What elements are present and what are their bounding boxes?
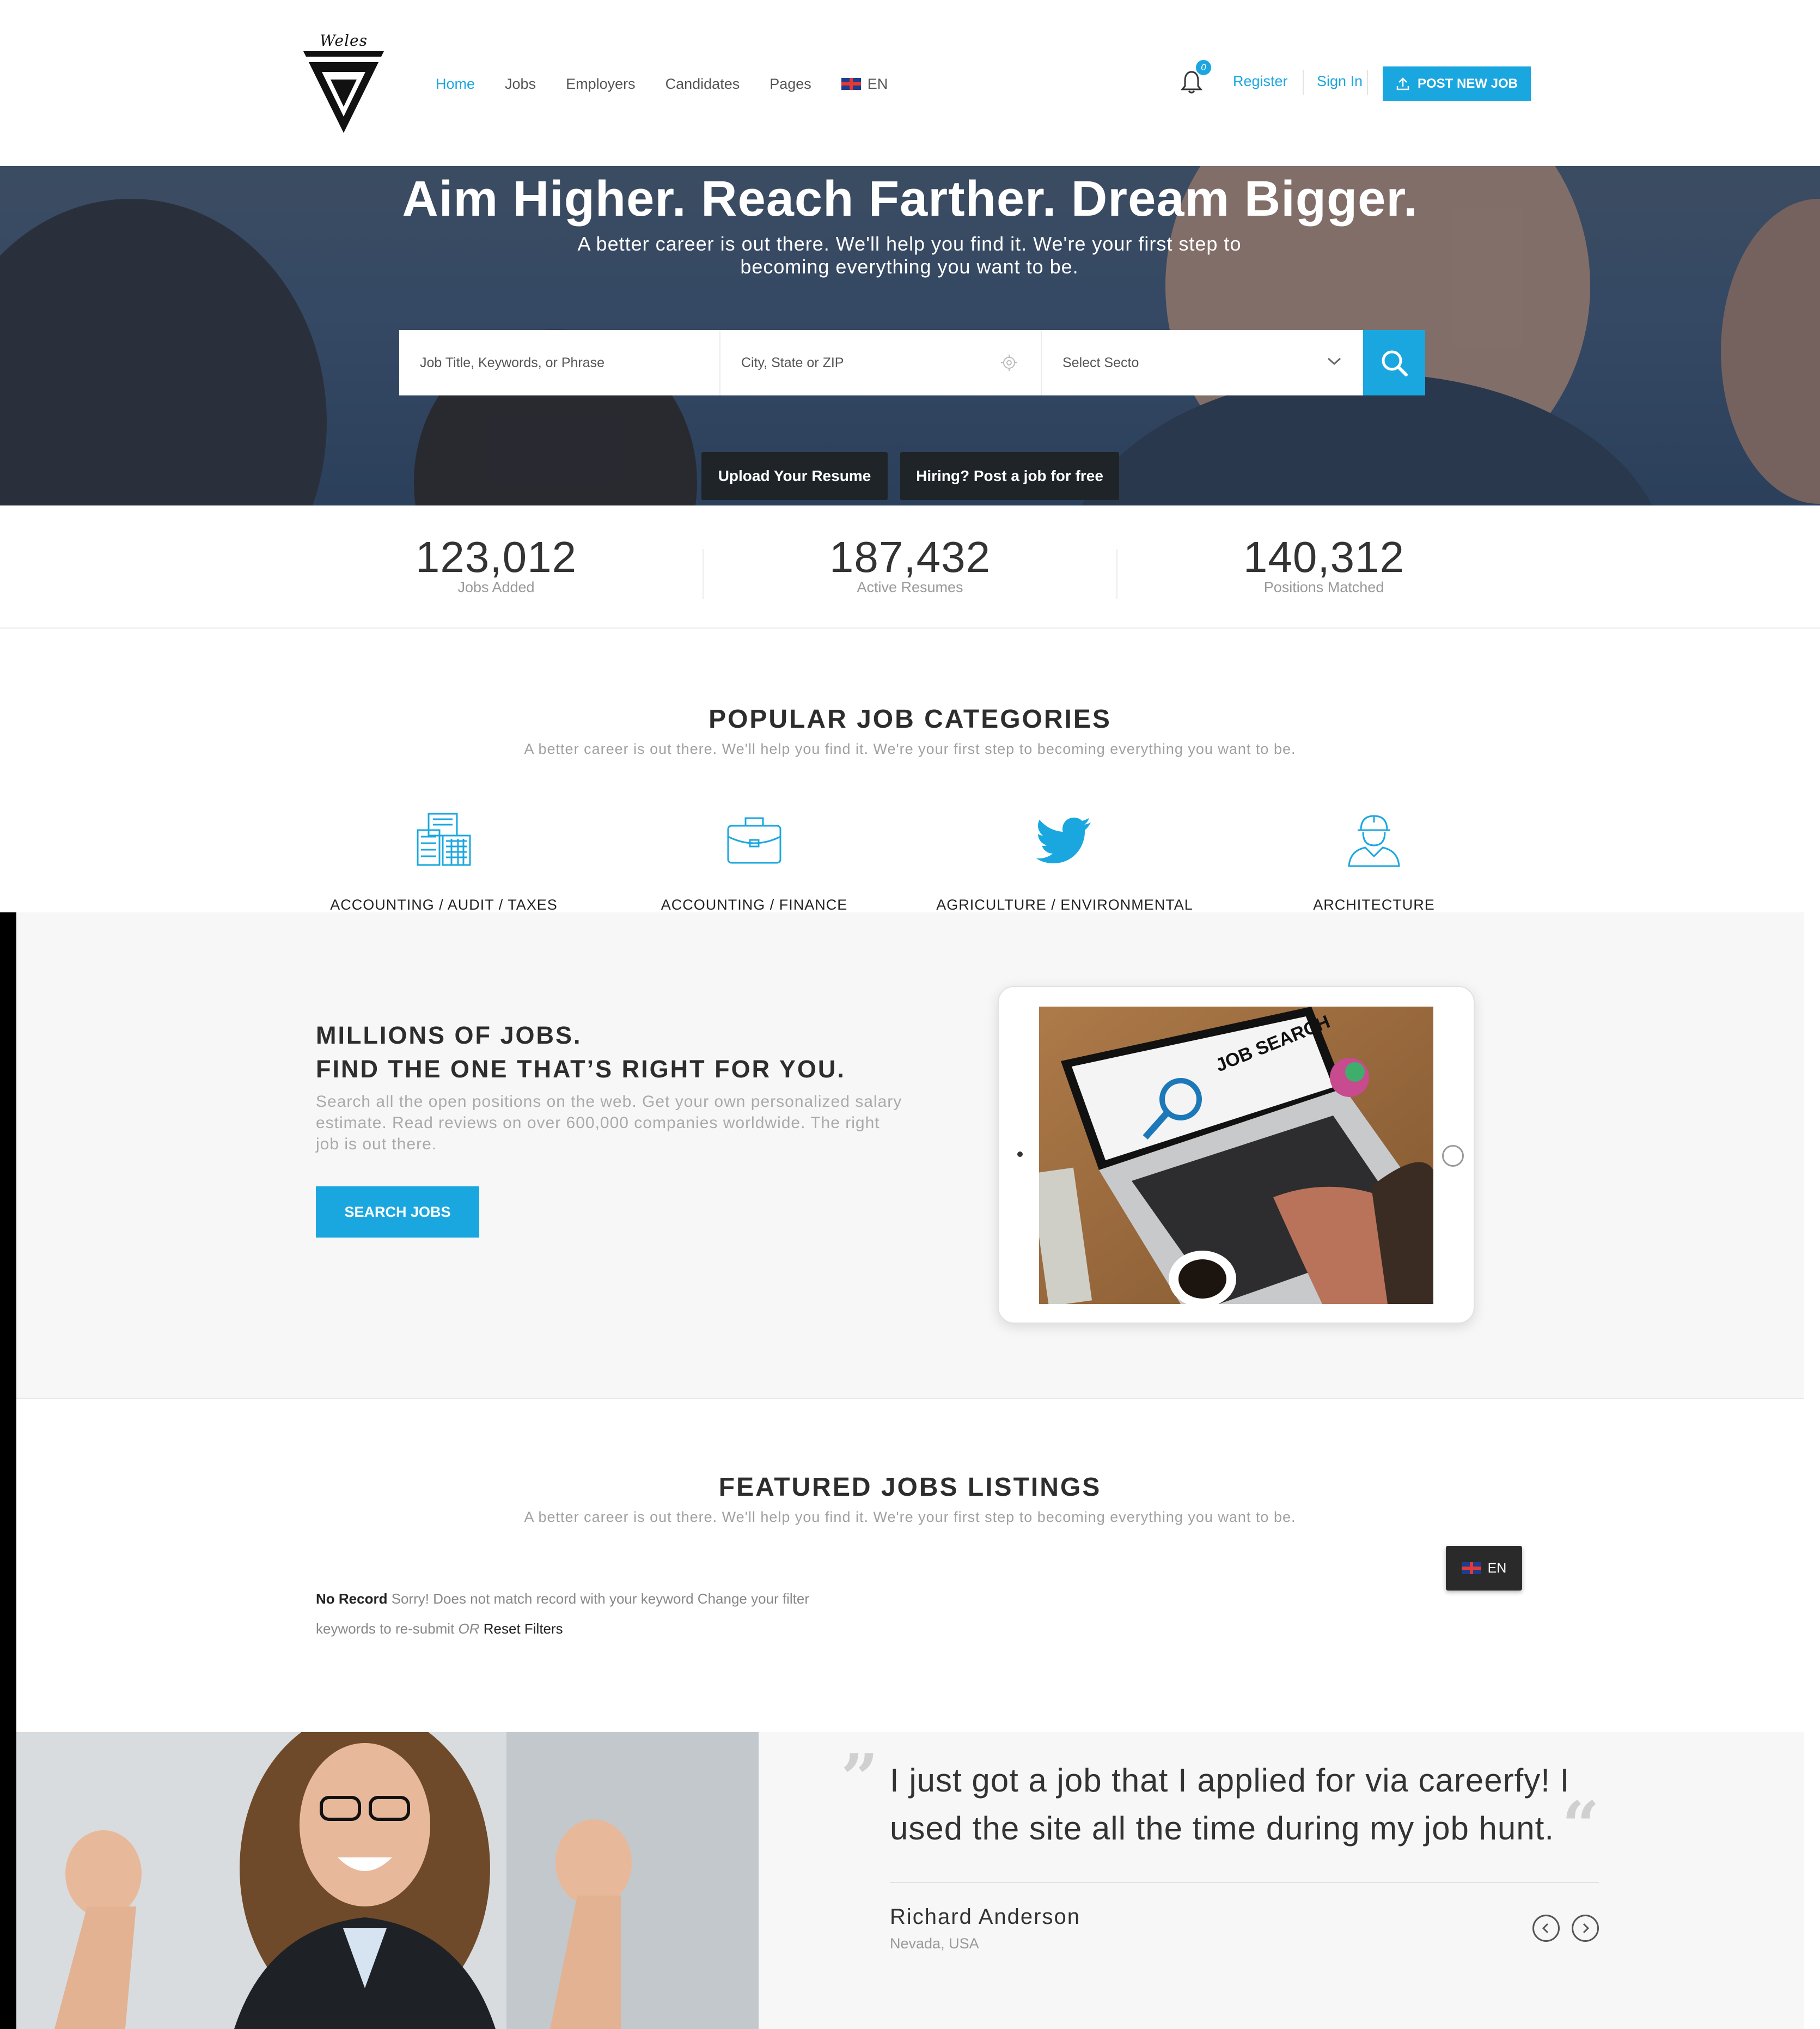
tablet-illustration: JOB SEARCH bbox=[998, 986, 1475, 1324]
millions-section bbox=[16, 912, 1804, 1399]
chevron-right-icon bbox=[1583, 1923, 1590, 1934]
stats-bar: 123,012 Jobs Added 187,432 Active Resume… bbox=[0, 505, 1820, 629]
search-jobs-button[interactable]: SEARCH JOBS bbox=[316, 1186, 479, 1238]
worker-icon bbox=[1348, 815, 1400, 867]
stat-divider bbox=[703, 549, 704, 599]
category-label: ARCHITECTURE bbox=[1313, 897, 1435, 913]
locate-icon[interactable] bbox=[1000, 354, 1018, 371]
category-label: ACCOUNTING / FINANCE bbox=[661, 897, 848, 913]
prev-testimonial-button[interactable] bbox=[1532, 1915, 1560, 1942]
location-input[interactable]: City, State or ZIP bbox=[720, 330, 1042, 395]
nav-jobs[interactable]: Jobs bbox=[505, 76, 536, 93]
chevron-down-icon bbox=[1327, 357, 1341, 365]
nav-employers[interactable]: Employers bbox=[566, 76, 636, 93]
stat-label: Active Resumes bbox=[857, 579, 963, 595]
logo-text: Weles bbox=[320, 32, 368, 50]
search-icon bbox=[1382, 350, 1408, 376]
nav-candidates[interactable]: Candidates bbox=[665, 76, 740, 93]
site-logo[interactable]: Weles bbox=[303, 32, 384, 135]
categories-title: POPULAR JOB CATEGORIES bbox=[709, 705, 1111, 734]
millions-text: Search all the open positions on the web… bbox=[316, 1093, 902, 1153]
site-header: Weles Home Jobs Employers Candidates Pag… bbox=[0, 0, 1820, 166]
stat-divider bbox=[1116, 549, 1117, 599]
category-architecture[interactable]: ARCHITECTURE bbox=[1222, 812, 1526, 913]
language-popup[interactable]: EN bbox=[1446, 1546, 1522, 1591]
nav-pages[interactable]: Pages bbox=[769, 76, 811, 93]
briefcase-icon bbox=[727, 817, 781, 864]
chevron-left-icon bbox=[1542, 1923, 1549, 1934]
no-record-message: No Record Sorry! Does not match record w… bbox=[316, 1584, 860, 1644]
sector-select[interactable]: Select Secto bbox=[1042, 330, 1363, 395]
stat-value: 187,432 bbox=[829, 533, 991, 581]
notification-badge: 0 bbox=[1196, 60, 1211, 75]
stat-value: 140,312 bbox=[1243, 533, 1405, 581]
keyword-placeholder: Job Title, Keywords, or Phrase bbox=[420, 355, 605, 370]
featured-title: FEATURED JOBS LISTINGS bbox=[718, 1473, 1102, 1502]
next-testimonial-button[interactable] bbox=[1572, 1915, 1599, 1942]
ledger-icon bbox=[417, 813, 471, 866]
millions-title: MILLIONS OF JOBS. FIND THE ONE THAT’S RI… bbox=[316, 1019, 846, 1086]
upload-resume-button[interactable]: Upload Your Resume bbox=[701, 452, 888, 500]
upload-icon bbox=[1396, 77, 1409, 90]
testimonial-divider bbox=[890, 1882, 1599, 1883]
left-edge-bar bbox=[0, 912, 16, 2029]
location-placeholder: City, State or ZIP bbox=[741, 355, 844, 370]
uk-flag-icon bbox=[841, 78, 861, 90]
millions-title-line2: FIND THE ONE THAT’S RIGHT FOR YOU. bbox=[316, 1055, 846, 1083]
millions-title-line1: MILLIONS OF JOBS. bbox=[316, 1021, 582, 1049]
no-record-text2: keywords to re-submit bbox=[316, 1620, 459, 1637]
category-label: AGRICULTURE / ENVIRONMENTAL bbox=[936, 897, 1193, 913]
no-record-label: No Record bbox=[316, 1591, 388, 1607]
stat-jobs-added: 123,012 Jobs Added bbox=[355, 535, 638, 596]
category-accounting-audit[interactable]: ACCOUNTING / AUDIT / TAXES bbox=[291, 812, 596, 913]
laptop-photo: JOB SEARCH bbox=[1039, 1007, 1433, 1304]
tablet-home-button bbox=[1442, 1145, 1464, 1167]
category-label: ACCOUNTING / AUDIT / TAXES bbox=[330, 897, 558, 913]
stat-label: Positions Matched bbox=[1263, 579, 1384, 595]
job-search-form: Job Title, Keywords, or Phrase City, Sta… bbox=[399, 330, 1425, 395]
sector-value: Select Secto bbox=[1062, 355, 1139, 370]
job-search-photo: JOB SEARCH bbox=[1039, 1007, 1433, 1304]
hero-subtitle: A better career is out there. We'll help… bbox=[577, 233, 1242, 278]
main-nav: Home Jobs Employers Candidates Pages EN bbox=[436, 73, 888, 95]
stat-positions-matched: 140,312 Positions Matched bbox=[1182, 535, 1465, 596]
keyword-input[interactable]: Job Title, Keywords, or Phrase bbox=[399, 330, 720, 395]
reset-filters-link[interactable]: Reset Filters bbox=[480, 1620, 563, 1637]
open-quote-icon: ” bbox=[841, 1740, 879, 1817]
category-accounting-finance[interactable]: ACCOUNTING / FINANCE bbox=[602, 812, 907, 913]
happy-woman-photo bbox=[16, 1732, 759, 2029]
testimonial-name: Richard Anderson bbox=[890, 1905, 1080, 1929]
close-quote-icon: “ bbox=[1562, 1787, 1600, 1864]
header-divider bbox=[1303, 70, 1304, 95]
search-button[interactable] bbox=[1363, 330, 1425, 395]
testimonial-photo bbox=[16, 1732, 759, 2029]
sign-in-link[interactable]: Sign In bbox=[1317, 73, 1363, 90]
hero-banner: Aim Higher. Reach Farther. Dream Bigger.… bbox=[0, 166, 1820, 505]
featured-subtitle: A better career is out there. We'll help… bbox=[524, 1509, 1296, 1525]
nav-home[interactable]: Home bbox=[436, 76, 475, 93]
tablet-camera bbox=[1017, 1151, 1023, 1157]
language-label: EN bbox=[867, 75, 888, 92]
hero-title: Aim Higher. Reach Farther. Dream Bigger. bbox=[402, 171, 1418, 227]
post-free-job-button[interactable]: Hiring? Post a job for free bbox=[900, 452, 1119, 500]
category-agriculture[interactable]: AGRICULTURE / ENVIRONMENTAL bbox=[912, 812, 1217, 913]
language-popup-label: EN bbox=[1487, 1560, 1507, 1576]
uk-flag-icon bbox=[1461, 1562, 1481, 1574]
post-new-job-label: POST NEW JOB bbox=[1417, 76, 1518, 91]
register-link[interactable]: Register bbox=[1233, 73, 1288, 90]
logo-mark-icon bbox=[303, 51, 384, 133]
header-divider bbox=[1367, 70, 1368, 95]
testimonial-quote: I just got a job that I applied for via … bbox=[890, 1762, 1570, 1847]
stat-value: 123,012 bbox=[415, 533, 577, 581]
stat-label: Jobs Added bbox=[457, 579, 535, 595]
no-record-or: OR bbox=[458, 1620, 480, 1637]
twitter-bird-icon bbox=[1036, 818, 1091, 863]
testimonial-location: Nevada, USA bbox=[890, 1935, 979, 1952]
post-new-job-button[interactable]: POST NEW JOB bbox=[1383, 66, 1531, 101]
language-switcher[interactable]: EN bbox=[841, 76, 888, 93]
categories-subtitle: A better career is out there. We'll help… bbox=[524, 741, 1296, 757]
stat-active-resumes: 187,432 Active Resumes bbox=[768, 535, 1052, 596]
no-record-text: Sorry! Does not match record with your k… bbox=[387, 1591, 810, 1607]
